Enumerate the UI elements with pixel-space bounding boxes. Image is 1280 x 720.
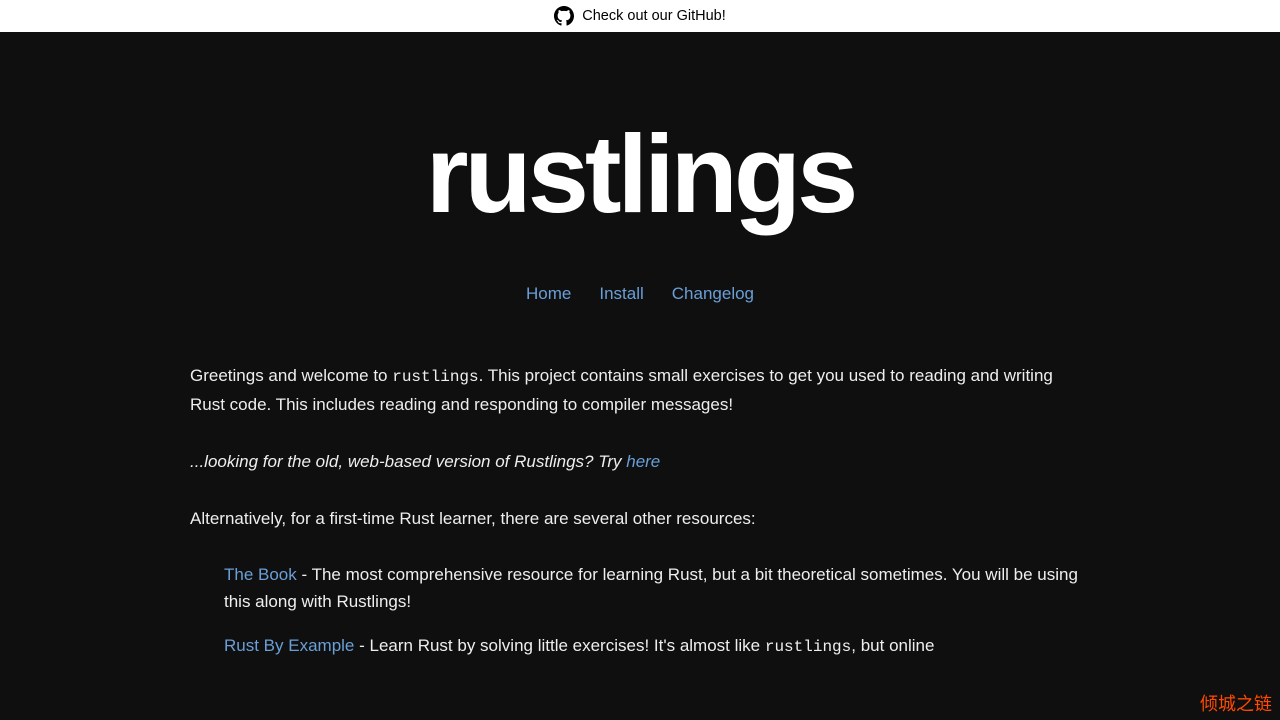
resource-item: Rust By Example - Learn Rust by solving … (224, 633, 1090, 660)
nav-changelog[interactable]: Changelog (672, 284, 754, 304)
intro-text-before: Greetings and welcome to (190, 366, 392, 385)
github-icon (554, 6, 574, 26)
main-nav: Home Install Changelog (0, 284, 1280, 304)
looking-for-paragraph: ...looking for the old, web-based versio… (190, 448, 1090, 475)
here-link[interactable]: here (626, 452, 660, 471)
resource-text-before: - Learn Rust by solving little exercises… (354, 636, 764, 655)
the-book-link[interactable]: The Book (224, 565, 297, 584)
rust-by-example-link[interactable]: Rust By Example (224, 636, 354, 655)
intro-paragraph: Greetings and welcome to rustlings. This… (190, 362, 1090, 418)
looking-text: ...looking for the old, web-based versio… (190, 452, 626, 471)
hero-logo: rustlings (0, 120, 1280, 230)
resource-text-after: , but online (851, 636, 934, 655)
nav-install[interactable]: Install (599, 284, 643, 304)
nav-home[interactable]: Home (526, 284, 571, 304)
resource-list: The Book - The most comprehensive resour… (190, 562, 1090, 659)
resource-desc: - The most comprehensive resource for le… (224, 565, 1078, 610)
github-banner[interactable]: Check out our GitHub! (0, 0, 1280, 32)
watermark: 倾城之链 (1200, 690, 1272, 716)
intro-code: rustlings (392, 368, 478, 386)
github-banner-text: Check out our GitHub! (582, 8, 725, 24)
alt-intro: Alternatively, for a first-time Rust lea… (190, 505, 1090, 532)
main-content: Greetings and welcome to rustlings. This… (190, 362, 1090, 660)
logo-text: rustlings (0, 120, 1280, 230)
resource-item: The Book - The most comprehensive resour… (224, 562, 1090, 615)
resource-code: rustlings (765, 638, 851, 656)
